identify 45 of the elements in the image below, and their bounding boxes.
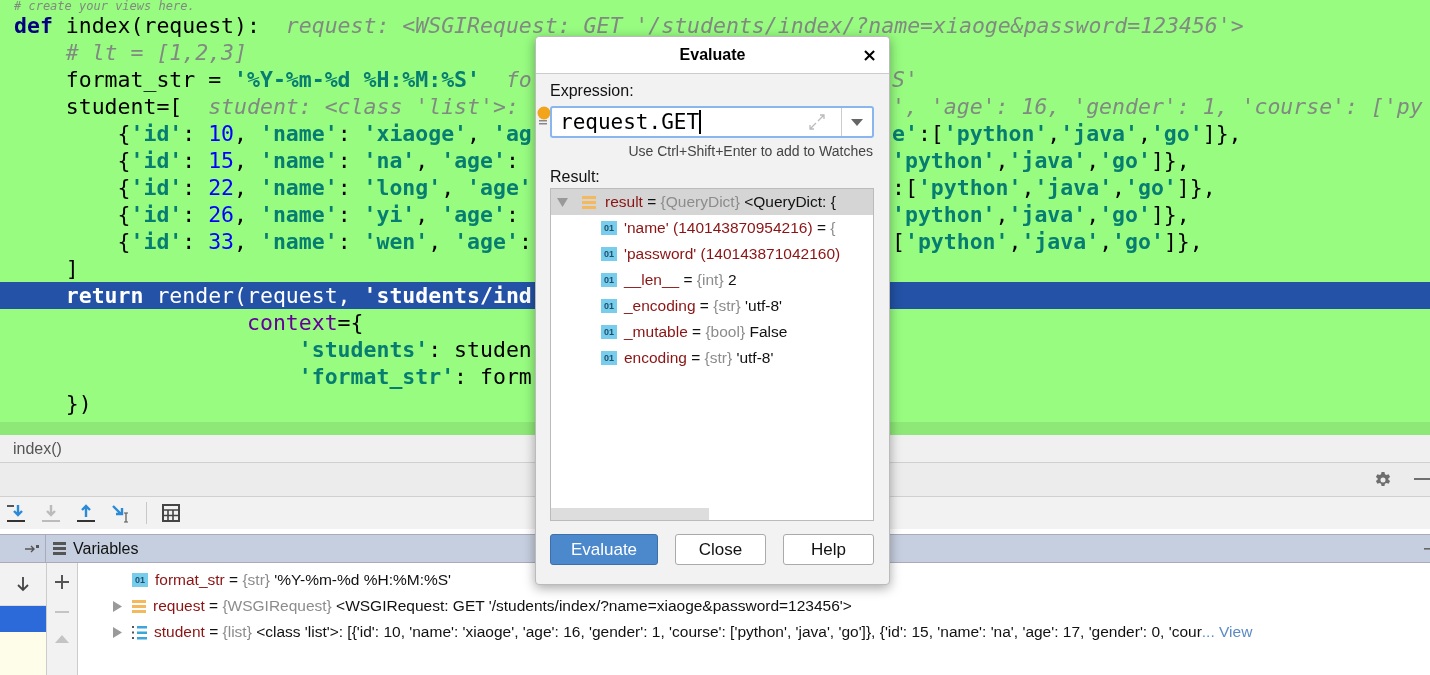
code-line: {'id': 22, 'name': 'long', 'age' xyxy=(116,174,532,201)
tree-text: _mutable = {bool} False xyxy=(624,323,788,341)
code-line: # create your views here. xyxy=(13,0,195,12)
code-line: 'python','java','go']}, xyxy=(892,147,1190,174)
tree-text: _encoding = {str} 'utf-8' xyxy=(624,297,783,315)
code-line: {'id': 15, 'name': 'na', 'age': xyxy=(116,147,519,174)
value-icon: 01 xyxy=(601,273,617,287)
tree-text: result = {QueryDict} <QueryDict: { xyxy=(605,193,836,211)
variable-text: request = {WSGIRequest} <WSGIRequest: GET '/students/index/?name=xiaoge&password=123456'> xyxy=(153,597,852,615)
code-line: def index(request): request: <WSGIRequest: GET '/students/index/?name=xiaoge&password=123456'> xyxy=(13,13,1244,39)
variable-text: student = {list} <class 'list'>: [{'id': 10, 'name': 'xiaoge', 'age': 16, 'gender': 1, 'course': ['python', 'java', 'go']}, {'id': 15, 'name': 'na', 'age': 17, 'gender': 0, 'cour xyxy=(154,623,1202,641)
code-line: ', 'age': 16, 'gender': 1, 'course': ['py xyxy=(892,93,1423,120)
code-line: S' xyxy=(892,66,918,93)
code-line: ] xyxy=(64,255,79,282)
value-icon: 01 xyxy=(601,221,617,235)
code-line: return render(request, 'students/ind xyxy=(64,282,532,309)
code-line: }) xyxy=(64,390,92,417)
hint-text: Use Ctrl+Shift+Enter to add to Watches xyxy=(628,143,873,159)
code-line: 'python','java','go']}, xyxy=(892,201,1190,228)
code-line: # lt = [1,2,3] xyxy=(64,39,247,66)
code-line: e':['python','java','go']}, xyxy=(892,120,1242,147)
value-icon: 01 xyxy=(601,247,617,261)
tree-text: 'name' (140143870954216) = { xyxy=(624,219,836,237)
code-line: format_str = '%Y-%m-%d %H:%M:%S' fo xyxy=(64,66,532,93)
code-line: context={ xyxy=(246,309,364,336)
value-icon: 01 xyxy=(132,573,148,587)
code-line: {'id': 10, 'name': 'xiaoge', 'ag xyxy=(116,120,532,147)
code-line: student=[ student: <class 'list'>: xyxy=(64,93,519,120)
code-line: ['python','java','go']}, xyxy=(892,228,1203,255)
tree-text: 'password' (140143871042160) xyxy=(624,245,841,263)
value-icon: 01 xyxy=(601,351,617,365)
code-line: {'id': 26, 'name': 'yi', 'age': xyxy=(116,201,519,228)
value-icon: 01 xyxy=(601,325,617,339)
code-line: :['python','java','go']}, xyxy=(892,174,1216,201)
tree-text: __len__ = {int} 2 xyxy=(624,271,737,289)
expression-label: Expression: xyxy=(550,82,635,100)
code-line: 'students': studen xyxy=(297,336,532,363)
panel-title: Variables xyxy=(73,539,139,558)
variable-text: format_str = {str} '%Y-%m-%d %H:%M:%S' xyxy=(155,571,452,589)
tree-text: encoding = {str} 'utf-8' xyxy=(624,349,774,367)
code-line: 'format_str': form xyxy=(297,363,532,390)
result-label: Result: xyxy=(550,168,601,186)
dialog-title: Evaluate xyxy=(679,46,746,64)
code-line: {'id': 33, 'name': 'wen', 'age': xyxy=(116,228,532,255)
value-icon: 01 xyxy=(601,299,617,313)
